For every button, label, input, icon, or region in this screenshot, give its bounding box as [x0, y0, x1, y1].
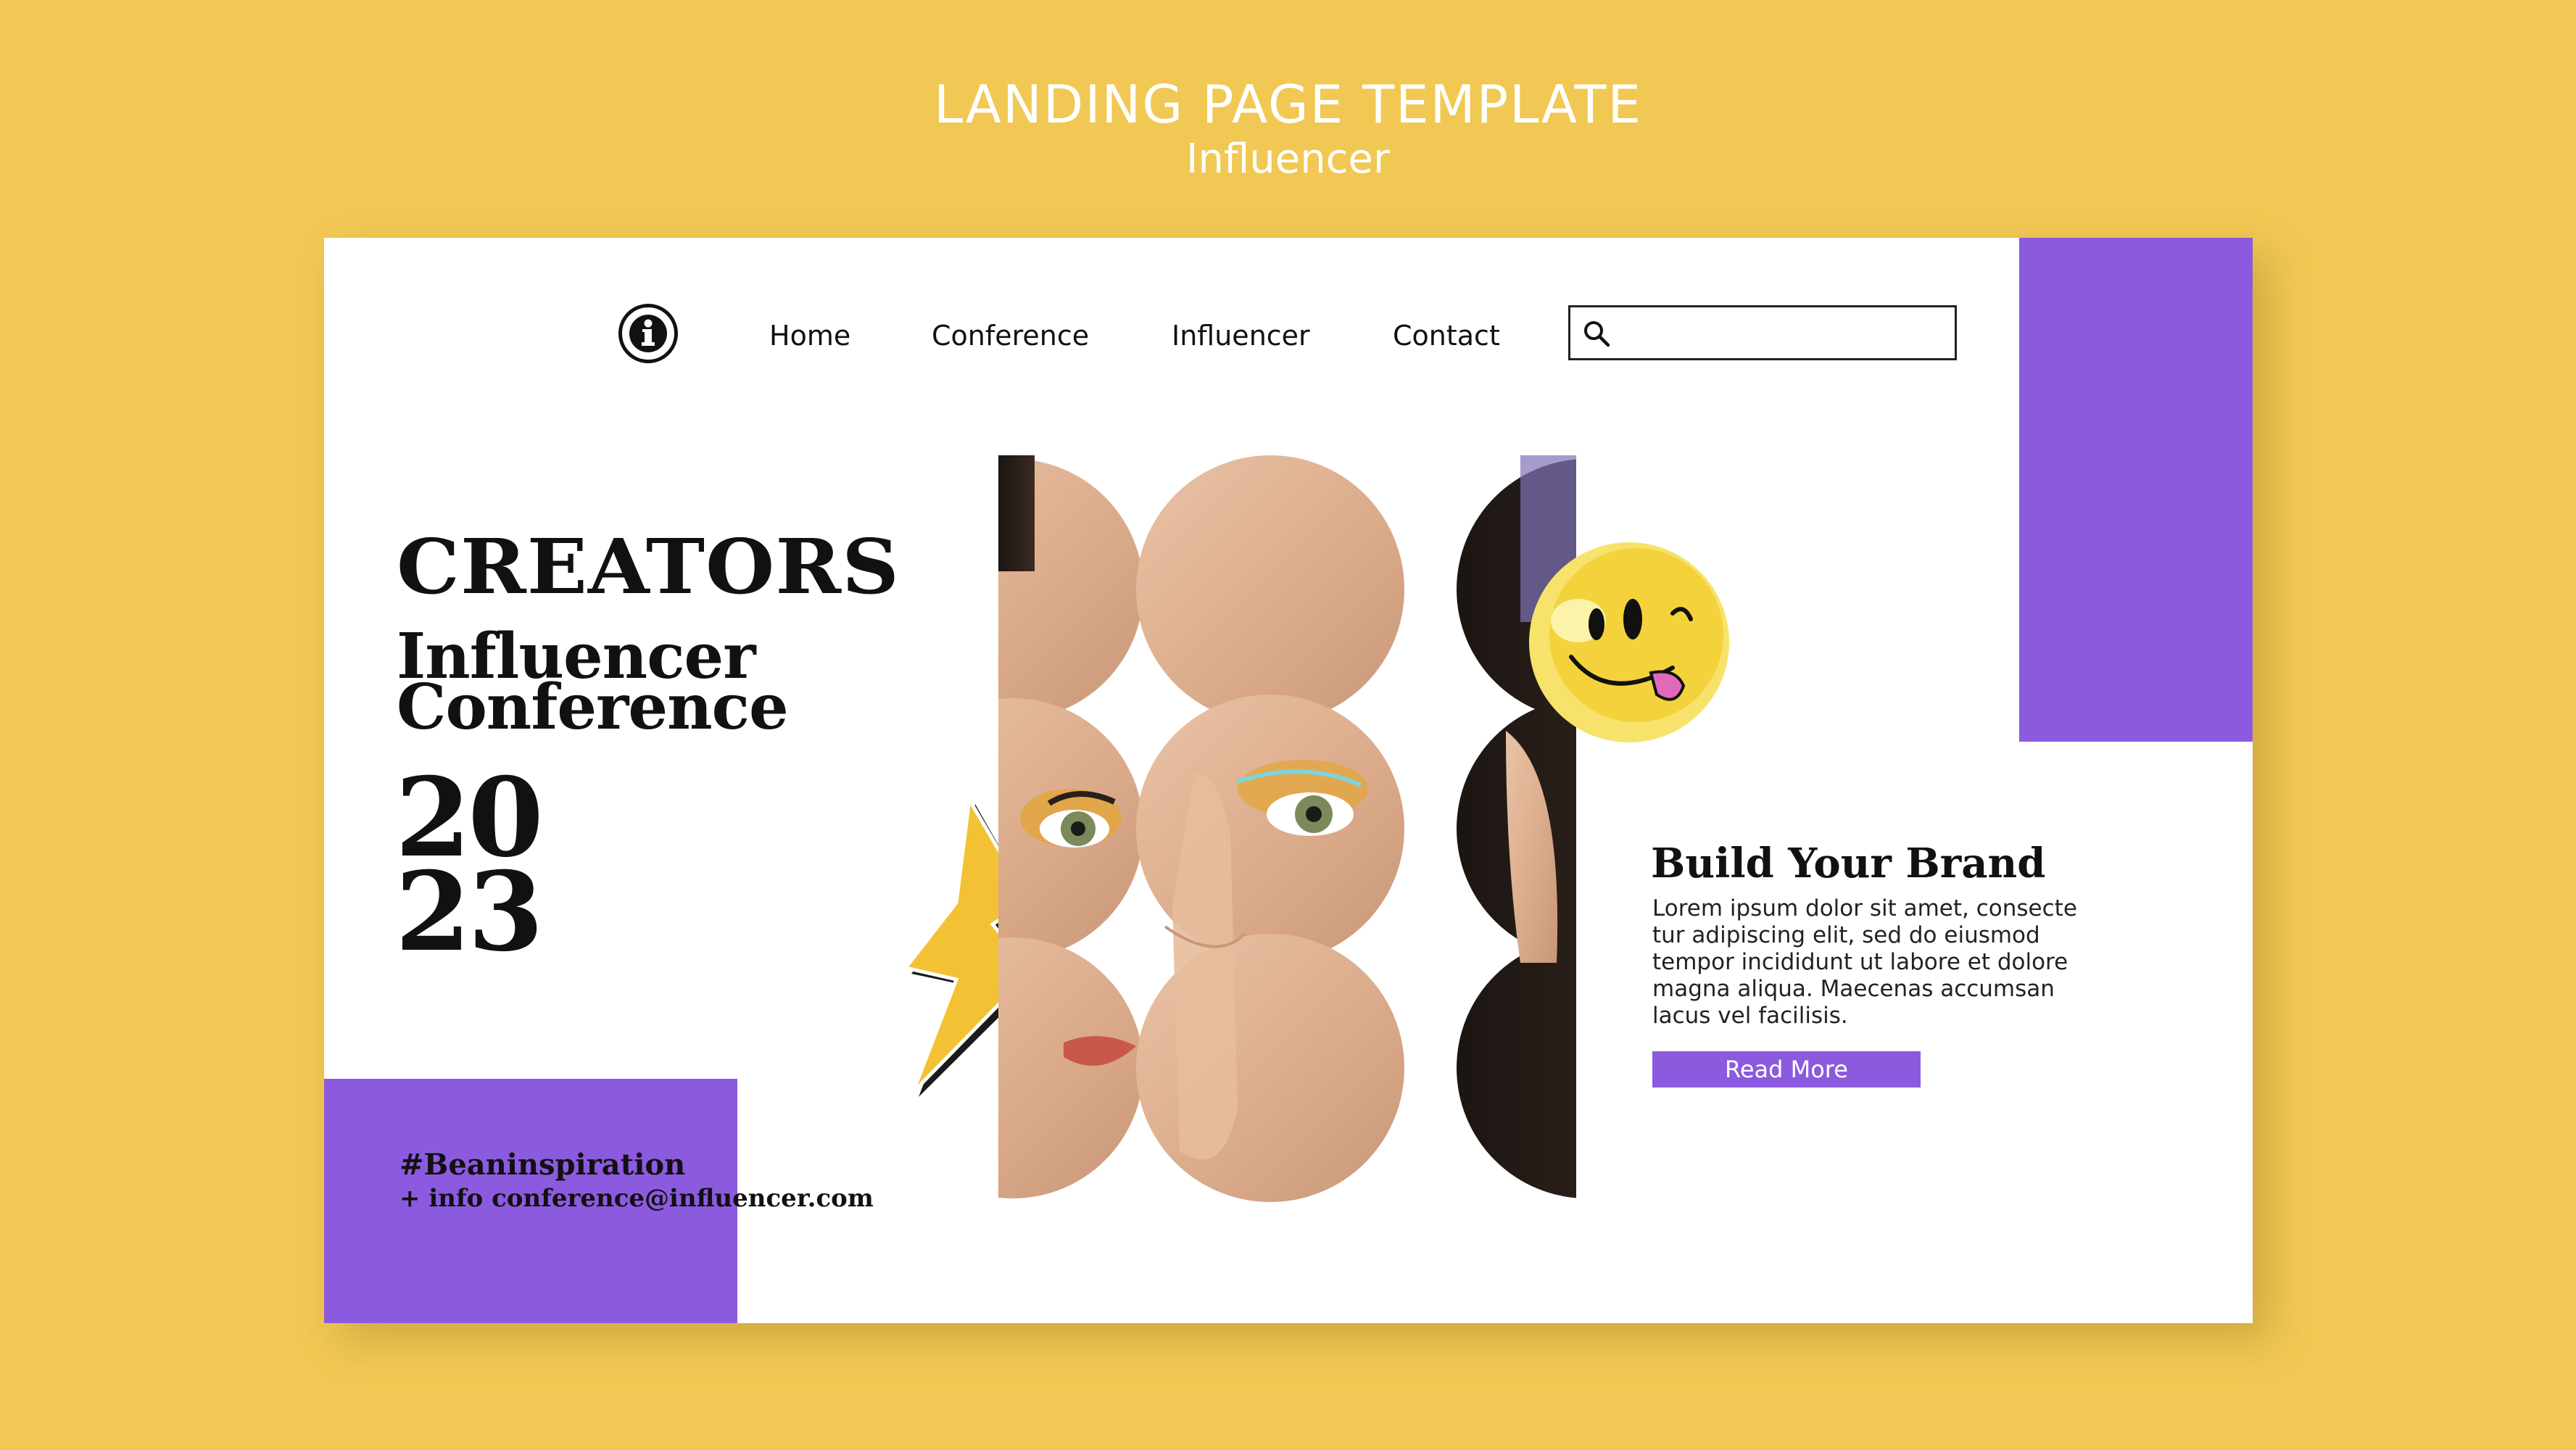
year-line-2: 23: [395, 848, 544, 976]
info-icon[interactable]: [618, 304, 678, 363]
portrait-collage: [998, 455, 1576, 1202]
brand-heading: Build Your Brand: [1651, 840, 2046, 887]
nav-item-conference[interactable]: Conference: [932, 318, 1089, 354]
purple-block-top-right: [2019, 238, 2253, 742]
smiley-tongue-icon: [1529, 542, 1729, 742]
template-subtitle: Influencer: [1186, 136, 1390, 183]
template-title: LANDING PAGE TEMPLATE: [934, 74, 1642, 135]
search-box[interactable]: [1568, 305, 1957, 360]
nav-item-contact[interactable]: Contact: [1393, 318, 1500, 354]
search-input[interactable]: [1621, 312, 1943, 355]
hashtag: #Beaninspiration: [399, 1148, 686, 1182]
nav-item-home[interactable]: Home: [769, 318, 850, 354]
nav-item-influencer[interactable]: Influencer: [1172, 318, 1310, 354]
headline-creators: CREATORS: [397, 522, 900, 611]
read-more-button[interactable]: Read More: [1652, 1051, 1921, 1088]
brand-description: Lorem ipsum dolor sit amet, consecte tur…: [1652, 895, 2077, 1029]
headline-conference: Conference: [397, 671, 789, 744]
search-icon[interactable]: [1581, 318, 1612, 349]
landing-page-mockup: Home Conference Influencer Contact CREAT…: [324, 238, 2253, 1323]
contact-info: + info conference@influencer.com: [399, 1184, 874, 1213]
